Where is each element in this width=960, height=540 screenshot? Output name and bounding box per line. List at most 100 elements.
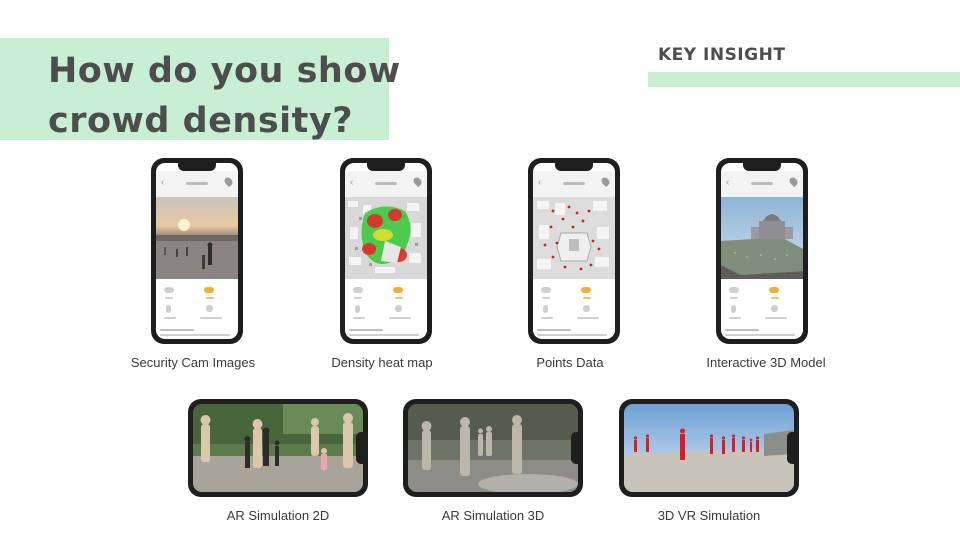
back-arrow-icon[interactable]: ‹ bbox=[350, 177, 353, 188]
crowd-icon bbox=[769, 287, 779, 293]
title-block: How do you show crowd density? bbox=[0, 38, 400, 141]
info-text bbox=[577, 317, 599, 319]
info-text bbox=[395, 297, 403, 299]
phone-screen: ‹ bbox=[156, 163, 238, 339]
caption-ar-simulation-3d: AR Simulation 3D bbox=[441, 508, 545, 523]
heat-map-image bbox=[345, 197, 427, 279]
phone-density-heat-map: ‹ bbox=[340, 158, 432, 344]
3d-model-graphic bbox=[721, 197, 803, 279]
cube-icon bbox=[395, 305, 402, 312]
location-pin-icon[interactable] bbox=[222, 175, 235, 188]
slide-title-line-2: crowd density? bbox=[48, 101, 354, 141]
info-panel bbox=[345, 281, 427, 339]
location-pin-icon[interactable] bbox=[599, 175, 612, 188]
caption-density-heat-map: Density heat map bbox=[331, 355, 433, 370]
back-arrow-icon[interactable]: ‹ bbox=[538, 177, 541, 188]
heat-map-graphic bbox=[345, 197, 427, 279]
3d-model-image[interactable] bbox=[721, 197, 803, 279]
info-text bbox=[354, 297, 362, 299]
info-text bbox=[353, 317, 365, 319]
info-text bbox=[725, 329, 759, 331]
phone-notch bbox=[178, 163, 216, 171]
phone-interactive-3d-model: ‹ bbox=[716, 158, 808, 344]
ar-3d-scene bbox=[408, 404, 578, 492]
phone-screen: ‹ bbox=[721, 163, 803, 339]
info-panel bbox=[533, 281, 615, 339]
app-header: ‹ bbox=[156, 171, 238, 197]
location-pin-icon[interactable] bbox=[787, 175, 800, 188]
phone-notch bbox=[787, 432, 794, 464]
back-arrow-icon[interactable]: ‹ bbox=[726, 177, 729, 188]
info-text bbox=[541, 317, 553, 319]
info-text bbox=[164, 317, 176, 319]
app-header-text bbox=[186, 182, 208, 185]
phone-screen: ‹ bbox=[533, 163, 615, 339]
info-text bbox=[729, 317, 741, 319]
app-header: ‹ bbox=[533, 171, 615, 197]
info-text bbox=[537, 329, 571, 331]
info-text bbox=[730, 297, 738, 299]
thermometer-icon bbox=[543, 305, 548, 313]
app-header: ‹ bbox=[345, 171, 427, 197]
phone-screen bbox=[408, 404, 578, 492]
phone-screen bbox=[624, 404, 794, 492]
caption-security-cam: Security Cam Images bbox=[130, 355, 256, 370]
info-text bbox=[206, 297, 214, 299]
phone-notch bbox=[743, 163, 781, 171]
back-arrow-icon[interactable]: ‹ bbox=[161, 177, 164, 188]
phone-notch bbox=[571, 432, 578, 464]
crowd-icon bbox=[204, 287, 214, 293]
security-cam-photo bbox=[156, 197, 238, 279]
app-header-text bbox=[563, 182, 585, 185]
thermometer-icon bbox=[731, 305, 736, 313]
key-insight-bar bbox=[648, 72, 960, 87]
security-cam-image bbox=[156, 197, 238, 279]
points-data-image bbox=[533, 197, 615, 279]
phone-ar-simulation-3d bbox=[403, 399, 583, 497]
caption-interactive-3d-model: Interactive 3D Model bbox=[706, 355, 826, 370]
info-text bbox=[725, 334, 795, 336]
info-text bbox=[165, 297, 173, 299]
app-header: ‹ bbox=[721, 171, 803, 197]
key-insight-label: KEY INSIGHT bbox=[658, 45, 786, 65]
points-map-graphic bbox=[533, 197, 615, 279]
info-panel bbox=[156, 281, 238, 339]
crowd-icon bbox=[393, 287, 403, 293]
crowd-icon bbox=[581, 287, 591, 293]
cube-icon bbox=[771, 305, 778, 312]
app-header-text bbox=[751, 182, 773, 185]
cube-icon bbox=[583, 305, 590, 312]
caption-3d-vr-simulation: 3D VR Simulation bbox=[657, 508, 761, 523]
cube-icon bbox=[206, 305, 213, 312]
phone-screen: ‹ bbox=[345, 163, 427, 339]
location-pin-icon[interactable] bbox=[411, 175, 424, 188]
info-text bbox=[349, 329, 383, 331]
info-text bbox=[765, 317, 787, 319]
info-text bbox=[771, 297, 779, 299]
info-text bbox=[583, 297, 591, 299]
phone-screen bbox=[193, 404, 363, 492]
info-text bbox=[160, 334, 230, 336]
caption-points-data: Points Data bbox=[536, 355, 604, 370]
phone-points-data: ‹ bbox=[528, 158, 620, 344]
camera-icon bbox=[353, 287, 363, 293]
phone-3d-vr-simulation bbox=[619, 399, 799, 497]
thermometer-icon bbox=[166, 305, 171, 313]
info-text bbox=[200, 317, 222, 319]
phone-notch bbox=[367, 163, 405, 171]
ar-2d-scene bbox=[193, 404, 363, 492]
phone-security-cam: ‹ bbox=[151, 158, 243, 344]
app-header-text bbox=[375, 182, 397, 185]
info-text bbox=[542, 297, 550, 299]
slide-title: How do you show crowd density? bbox=[48, 46, 401, 146]
camera-icon bbox=[164, 287, 174, 293]
slide-title-line-1: How do you show bbox=[48, 51, 401, 91]
phone-ar-simulation-2d bbox=[188, 399, 368, 497]
vr-3d-scene bbox=[624, 404, 794, 492]
camera-icon bbox=[729, 287, 739, 293]
phone-notch bbox=[356, 432, 363, 464]
info-text bbox=[389, 317, 411, 319]
info-text bbox=[160, 329, 194, 331]
camera-icon bbox=[541, 287, 551, 293]
phone-notch bbox=[555, 163, 593, 171]
